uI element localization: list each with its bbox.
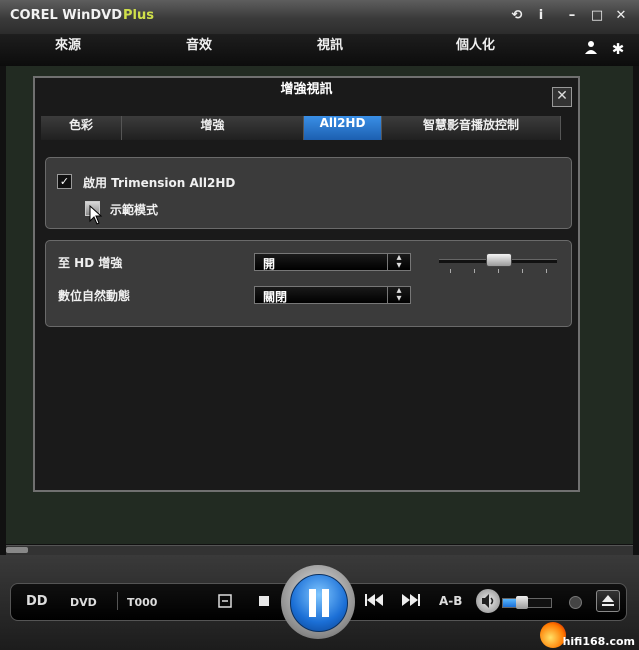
nav-item-video[interactable]: 視訊 <box>317 34 343 66</box>
watermark-text: hifi168.com <box>562 635 635 648</box>
app-edition: Plus <box>123 8 154 23</box>
stop-icon[interactable] <box>258 595 270 611</box>
digital-motion-value: 關閉 <box>263 290 288 304</box>
nav-item-personalize[interactable]: 個人化 <box>456 34 495 66</box>
all2hd-enable-group <box>45 157 572 229</box>
pin-icon[interactable]: ⟲ <box>508 7 526 25</box>
maximize-button[interactable]: □ <box>588 7 606 25</box>
info-icon[interactable]: i <box>532 7 550 25</box>
ab-repeat-button[interactable]: A-B <box>439 594 462 608</box>
nav-item-source[interactable]: 來源 <box>55 34 81 66</box>
hd-enhance-value: 開 <box>263 257 276 271</box>
play-pause-icon[interactable] <box>290 574 348 632</box>
windvd-window: COREL WinDVD Plus ⟲ i – □ ✕ 來源 音效 視訊 個人化… <box>0 0 639 650</box>
enable-all2hd-label: 啟用 Trimension All2HD <box>83 176 236 190</box>
record-icon[interactable] <box>569 596 582 609</box>
next-icon[interactable] <box>402 594 420 610</box>
volume-icon[interactable] <box>476 589 500 613</box>
prev-icon[interactable] <box>365 594 383 610</box>
tab-smart-playback[interactable]: 智慧影音播放控制 <box>382 116 561 140</box>
nav-item-audio[interactable]: 音效 <box>186 34 212 66</box>
user-icon[interactable] <box>582 40 600 58</box>
eject-icon[interactable] <box>596 590 620 612</box>
volume-slider[interactable] <box>502 596 552 609</box>
menu-icon[interactable] <box>218 594 232 612</box>
slider-tick <box>522 269 523 273</box>
chevron-updown-icon: ▴ ▾ <box>387 253 410 271</box>
source-label: DVD <box>70 596 97 609</box>
demo-mode-label: 示範模式 <box>110 203 159 217</box>
seek-bar[interactable] <box>6 545 633 555</box>
enable-all2hd-checkbox[interactable]: ✓ <box>57 174 72 189</box>
tab-enhance[interactable]: 增強 <box>122 116 304 140</box>
slider-tick <box>450 269 451 273</box>
hd-enhance-select[interactable]: 開 ▴ ▾ <box>254 253 411 271</box>
volume-thumb[interactable] <box>516 596 529 609</box>
main-nav: 來源 音效 視訊 個人化 ✱ <box>0 34 639 66</box>
time-display: T000 <box>127 596 158 609</box>
slider-tick <box>498 269 499 273</box>
cursor-icon <box>89 204 103 229</box>
tab-color[interactable]: 色彩 <box>41 116 122 140</box>
slider-tick <box>546 269 547 273</box>
dialog-close-button[interactable]: ✕ <box>552 87 572 107</box>
title-bar[interactable]: COREL WinDVD Plus ⟲ i – □ ✕ <box>0 0 639 34</box>
divider <box>117 592 118 610</box>
seek-handle[interactable] <box>6 547 28 553</box>
hd-enhance-label: 至 HD 增強 <box>58 256 123 270</box>
tab-all2hd[interactable]: All2HD <box>304 116 382 140</box>
chevron-updown-icon: ▴ ▾ <box>387 286 410 304</box>
minimize-button[interactable]: – <box>563 7 581 25</box>
dolby-icon: DD <box>26 594 48 609</box>
digital-motion-label: 數位自然動態 <box>58 289 131 303</box>
slider-tick <box>474 269 475 273</box>
app-title: COREL WinDVD <box>10 8 122 23</box>
dialog-title: 增強視訊 <box>280 82 333 97</box>
gear-icon[interactable]: ✱ <box>609 40 627 58</box>
close-button[interactable]: ✕ <box>612 7 630 25</box>
digital-motion-select[interactable]: 關閉 ▴ ▾ <box>254 286 411 304</box>
dialog-tabs: 色彩 增強 All2HD 智慧影音播放控制 <box>41 116 571 140</box>
hd-enhance-slider-thumb[interactable] <box>486 253 512 267</box>
